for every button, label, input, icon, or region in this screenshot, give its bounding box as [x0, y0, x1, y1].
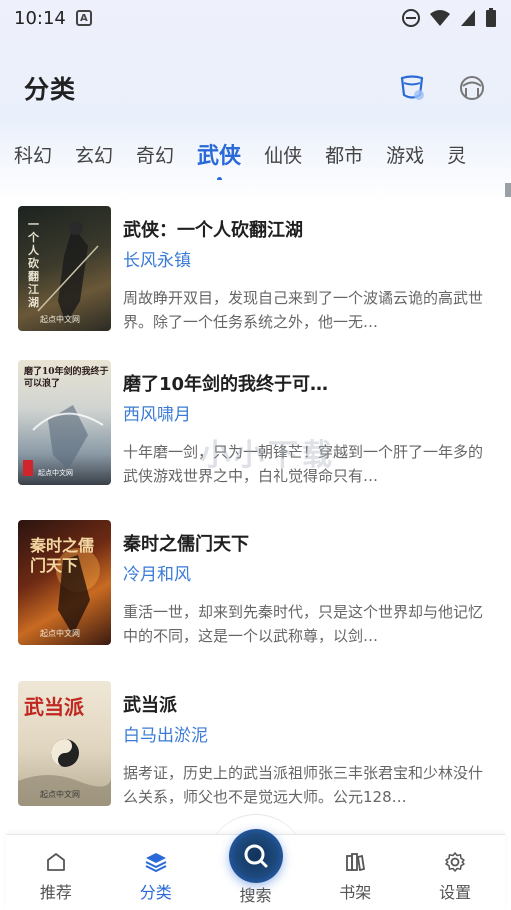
watermark: 小小下载: [200, 438, 336, 473]
gender-female-icon[interactable]: [457, 73, 487, 103]
book-cover[interactable]: 一个人砍翻江湖 起点中文网: [18, 206, 111, 331]
cover-title: 秦时之儒门天下: [30, 536, 95, 575]
cover-publisher: 起点中文网: [38, 469, 73, 477]
cover-title: 武当派: [24, 695, 84, 719]
page-title: 分类: [24, 75, 77, 104]
search-icon: [244, 844, 268, 868]
book-description: 据考证，历史上的武当派祖师张三丰张君宝和少林没什么关系，师父也不是觉远大师。公元…: [123, 764, 484, 806]
bookshelf-icon: [346, 853, 366, 872]
cover-publisher: 起点中文网: [40, 315, 80, 324]
book-cover[interactable]: 秦时之儒门天下 起点中文网: [18, 520, 111, 645]
header-actions: [397, 73, 487, 103]
status-icons: [401, 8, 497, 28]
status-time: 10:14: [14, 7, 66, 29]
tab-xuanhuan[interactable]: 玄幻: [75, 141, 113, 168]
book-cover[interactable]: 武当派 起点中文网: [18, 681, 111, 806]
cover-publisher: 起点中文网: [40, 790, 80, 799]
do-not-disturb-icon: [402, 9, 420, 27]
book-description: 周故睁开双目，发现自己来到了一个波谲云诡的高武世界。除了一个任务系统之外，他一无…: [123, 289, 484, 331]
gender-male-icon[interactable]: [397, 73, 427, 103]
gear-icon: [445, 852, 465, 872]
book-author[interactable]: 长风永镇: [123, 246, 191, 271]
tab-ling[interactable]: 灵: [447, 141, 466, 168]
book-author[interactable]: 西风啸月: [123, 400, 191, 425]
tab-fantasy[interactable]: 奇幻: [136, 141, 174, 168]
scrollbar[interactable]: [505, 183, 511, 197]
category-tabs: 科幻 玄幻 奇幻 武侠 仙侠 都市 游戏 灵: [0, 128, 511, 180]
tab-xianxia[interactable]: 仙侠: [264, 141, 302, 168]
book-title[interactable]: 武侠：一个人砍翻江湖: [123, 216, 303, 242]
notification-icon: A: [75, 10, 92, 26]
nav-search-label[interactable]: 搜索: [0, 882, 511, 906]
layers-icon: [145, 853, 167, 873]
tab-scifi[interactable]: 科幻: [14, 141, 52, 168]
tab-game[interactable]: 游戏: [386, 141, 424, 168]
status-bar: 10:14 A: [0, 0, 511, 36]
book-cover[interactable]: 磨了10年剑的我终于可以浪了 起点中文网: [18, 360, 111, 485]
book-description: 重活一世，却来到先秦时代，只是这个世界却与他记忆中的不同，这是一个以武称尊，以剑…: [123, 603, 484, 645]
search-button[interactable]: [229, 829, 283, 883]
book-author[interactable]: 白马出淤泥: [123, 721, 208, 746]
book-author[interactable]: 冷月和风: [123, 560, 191, 585]
cover-publisher: 起点中文网: [40, 629, 80, 638]
book-title[interactable]: 秦时之儒门天下: [123, 530, 249, 556]
page-header: 分类: [0, 60, 511, 116]
cover-title: 磨了10年剑的我终于可以浪了: [24, 367, 109, 389]
tab-wuxia[interactable]: 武侠: [197, 138, 241, 180]
book-title[interactable]: 磨了10年剑的我终于可…: [123, 370, 328, 396]
list-item[interactable]: 武当派 起点中文网 武当派 白马出淤泥 据考证，历史上的武当派祖师张三丰张君宝和…: [0, 681, 511, 811]
home-icon: [46, 853, 65, 871]
cover-title: 一个人砍翻江湖: [28, 218, 39, 309]
signal-icon: [461, 10, 475, 26]
wifi-icon: [430, 10, 450, 26]
book-title[interactable]: 武当派: [123, 691, 177, 717]
list-item[interactable]: 一个人砍翻江湖 起点中文网 武侠：一个人砍翻江湖 长风永镇 周故睁开双目，发现自…: [0, 206, 511, 336]
list-item[interactable]: 秦时之儒门天下 起点中文网 秦时之儒门天下 冷月和风 重活一世，却来到先秦时代，…: [0, 520, 511, 650]
battery-icon: [486, 8, 496, 27]
tab-urban[interactable]: 都市: [325, 141, 363, 168]
